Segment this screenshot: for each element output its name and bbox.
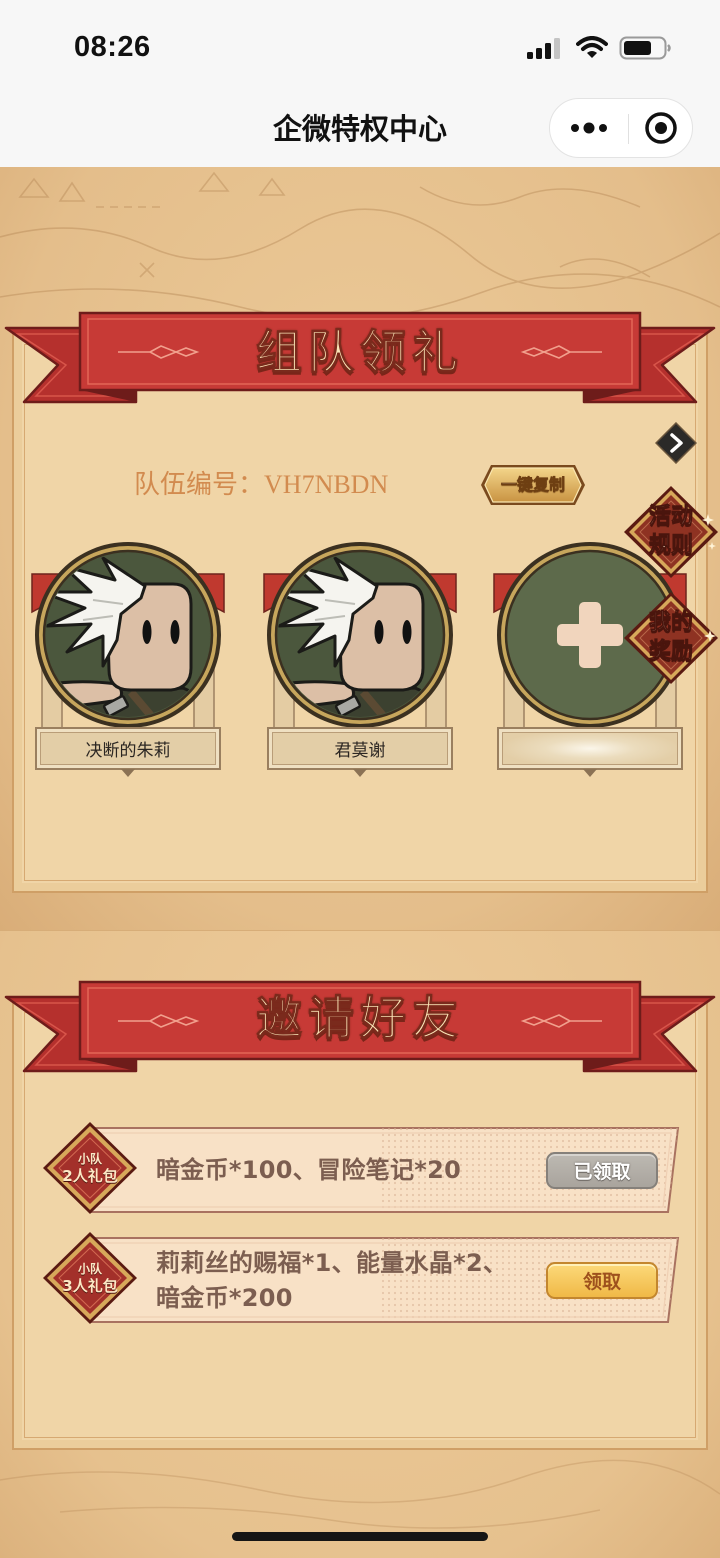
reward-line: 暗金币*200: [156, 1284, 293, 1312]
team-id-value: VH7NBDN: [264, 470, 389, 499]
home-indicator: [232, 1532, 488, 1541]
team-member-card: 决断的朱莉: [30, 540, 226, 780]
my-rewards-label: 我的 奖励: [622, 608, 720, 666]
tier-reward-text: 莉莉丝的赐福*1、能量水晶*2、 暗金币*200: [156, 1246, 507, 1316]
member-name-plate: 君莫谢: [267, 727, 453, 777]
badge-bottom-text: 3人礼包: [62, 1276, 118, 1295]
tier-badge-label: 小队 3人礼包: [42, 1231, 138, 1325]
activity-rules-label: 活动 规则: [622, 502, 720, 560]
status-bar: 08:26: [0, 0, 720, 95]
activity-rules-button[interactable]: 活动 规则: [622, 484, 720, 580]
tier-reward-text: 暗金币*100、冒险笔记*20: [156, 1153, 461, 1188]
reward-line: 暗金币*100、冒险笔记*20: [156, 1156, 462, 1184]
team-id-label: 队伍编号：: [134, 470, 265, 499]
my-rewards-button[interactable]: 我的 奖励: [622, 590, 720, 686]
invite-section-title: 邀请好友: [256, 991, 464, 1046]
member-avatar: [267, 542, 453, 728]
reward-line: 莉莉丝的赐福*1、能量水晶*2、: [156, 1249, 508, 1277]
copy-button-label: 一键复制: [500, 475, 566, 495]
badge-top-text: 小队: [77, 1151, 102, 1166]
my-rewards-line2: 奖励: [648, 639, 694, 665]
team-id: 队伍编号：VH7NBDN: [134, 468, 388, 502]
member-name-plate: 决断的朱莉: [35, 727, 221, 777]
tier-badge-label: 小队 2人礼包: [42, 1121, 138, 1215]
copy-team-id-button[interactable]: 一键复制: [479, 463, 587, 507]
badge-top-text: 小队: [77, 1261, 102, 1276]
mini-program-capsule: [549, 98, 693, 158]
reward-tier-row: 小队 3人礼包 莉莉丝的赐福*1、能量水晶*2、 暗金币*200 领取: [0, 1230, 720, 1330]
map-sketch-decoration-bottom: [0, 1459, 720, 1529]
empty-name-plate: [497, 727, 683, 777]
more-button[interactable]: [554, 99, 624, 157]
nav-bar: 企微特权中心: [0, 95, 720, 167]
member-avatar: [35, 542, 221, 728]
wifi-icon: [576, 36, 608, 58]
status-time: 08:26: [74, 31, 151, 63]
team-member-card: 君莫谢: [262, 540, 458, 780]
claimed-button[interactable]: 已领取: [546, 1152, 658, 1189]
chevron-right-icon[interactable]: [654, 421, 698, 465]
member-name: 决断的朱莉: [85, 741, 171, 761]
more-dots-icon: [571, 122, 607, 134]
exit-target-icon: [645, 112, 677, 144]
badge-bottom-text: 2人礼包: [62, 1166, 118, 1185]
activity-rules-line2: 规则: [648, 533, 694, 559]
exit-button[interactable]: [629, 99, 693, 157]
team-section-title: 组队领礼: [256, 325, 464, 380]
battery-icon: [619, 36, 671, 60]
cellular-signal-icon: [527, 38, 560, 59]
reward-tier-row: 小队 2人礼包 暗金币*100、冒险笔记*20 已领取: [0, 1120, 720, 1220]
my-rewards-line1: 我的: [648, 610, 694, 636]
activity-rules-line1: 活动: [648, 504, 694, 530]
map-sketch-decoration: [0, 171, 720, 320]
claim-button[interactable]: 领取: [546, 1262, 658, 1299]
member-name: 君莫谢: [334, 741, 386, 761]
